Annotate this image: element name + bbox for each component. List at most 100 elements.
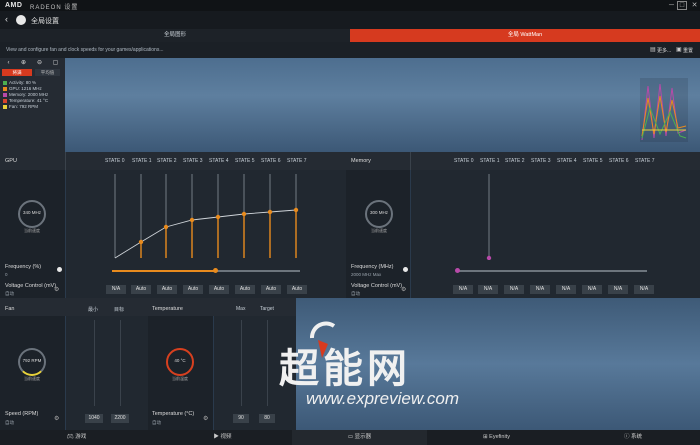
memory-state-label: STATE 7 [635,158,655,164]
gpu-gauge-value: 340 MHz [22,210,41,215]
gamepad-icon: 🎮︎ [66,434,76,440]
settings-icon[interactable]: ⚙ [203,415,208,422]
memory-state-label: STATE 3 [531,158,551,164]
temperature-col-target: Target [260,306,274,312]
memory-state-curve [486,174,492,260]
legend-swatch [3,92,7,97]
gpu-state-label: STATE 0 [105,158,125,164]
memory-voltage-mode: 自动 [351,291,360,296]
memory-voltage-cell[interactable]: N/A [530,285,550,294]
amd-logo: AMD [5,2,23,9]
nav-display[interactable]: ▭ 显示器 [292,430,427,445]
back-arrow-icon[interactable]: ‹ [5,14,8,24]
memory-frequency-track [457,270,647,272]
memory-frequency-row [346,260,410,280]
temperature-title: Temperature [152,306,183,312]
gpu-frequency-slider[interactable] [213,268,218,273]
memory-voltage-cell[interactable]: N/A [504,285,524,294]
fan-target-track [120,320,121,406]
gpu-state-label: STATE 3 [183,158,203,164]
gpu-state-label: STATE 2 [157,158,177,164]
more-button[interactable]: 更多... [657,47,671,54]
activity-graph [640,78,688,142]
fan-gauge-value: 792 RPM [22,358,42,363]
fan-header-row [0,298,148,316]
memory-voltage-cell[interactable]: N/A [582,285,602,294]
memory-voltage-cell[interactable]: N/A [478,285,498,294]
close-button[interactable]: ✕ [689,1,700,10]
memory-voltage-cell[interactable]: N/A [634,285,654,294]
memory-frequency-slider[interactable] [455,268,460,273]
memory-voltage-cell[interactable]: N/A [608,285,628,294]
tab-global-graphics[interactable]: 全局图形 [0,29,350,42]
temperature-col-max: Max [236,306,246,312]
fan-curve-area [66,316,148,408]
temperature-max-track [241,320,242,406]
temperature-values-row [214,408,296,430]
fan-values-row [66,408,148,430]
gpu-voltage-cell[interactable]: Auto [235,285,255,294]
reset-button[interactable]: 重置 [683,47,693,54]
memory-voltage-cell[interactable]: N/A [556,285,576,294]
page-header: ‹ 全局设置 [0,11,700,29]
gpu-frequency-toggle[interactable] [57,267,62,272]
page-description: View and configure fan and clock speeds … [6,47,164,53]
gpu-state-curve [114,174,299,259]
product-name: RADEON 设置 [30,5,79,11]
memory-title: Memory [351,158,371,164]
temperature-gauge-label: 当前温度 [172,376,188,381]
memory-frequency-value: 2000 MHz Max [351,272,382,277]
gpu-voltage-cell[interactable]: Auto [157,285,177,294]
nav-system[interactable]: ⓘ 系统 [566,430,700,445]
settings-icon[interactable]: ⚙ [54,286,59,293]
save-icon[interactable]: ▤ [650,46,656,53]
gpu-voltage-cell[interactable]: Auto [209,285,229,294]
temperature-label: Temperature (°C) [152,411,195,417]
legend-swatch [3,86,7,91]
fan-min-value[interactable]: 1040 [85,414,103,423]
gpu-voltage-cell[interactable]: Auto [287,285,307,294]
minimize-button[interactable]: ─ [666,1,677,10]
gpu-title: GPU [5,158,17,164]
settings-icon[interactable]: ⚙ [54,415,59,422]
tab-global-wattman[interactable]: 全局 WattMan [350,29,700,42]
memory-voltage-cell[interactable]: N/A [453,285,473,294]
collapse-icon[interactable]: ‹ [4,60,13,67]
monitor-primary-button[interactable]: 将满 [2,69,32,76]
zoom-in-icon[interactable]: ⊕ [19,60,28,67]
monitor-average-button[interactable]: 平均值 [35,69,60,76]
fan-target-value[interactable]: 2200 [111,414,129,423]
gpu-voltage-mode: 自动 [5,291,14,296]
gpu-voltage-cell[interactable]: Auto [183,285,203,294]
reset-icon[interactable]: ▣ [676,46,682,53]
gpu-voltage-cell[interactable]: Auto [131,285,151,294]
memory-gauge-value: 300 MHz [369,210,388,215]
legend-item-fan[interactable]: Fan: 792 RPM [3,104,38,110]
fan-gauge-label: 当前速度 [24,376,40,381]
settings-icon[interactable]: ⚙ [401,286,406,293]
page-title: 全局设置 [31,18,59,25]
play-icon: ▶ [213,434,221,440]
temperature-target-value[interactable]: 80 [259,414,275,423]
zoom-out-icon[interactable]: ⊖ [35,60,44,67]
maximize-button[interactable]: □ [677,1,687,10]
nav-eyefinity[interactable]: ⊞ Eyefinity [429,430,564,445]
detach-icon[interactable]: ▢ [51,60,60,67]
gpu-voltage-cell[interactable]: N/A [106,285,126,294]
legend-swatch [3,104,7,109]
nav-games[interactable]: 🎮︎ 游戏 [0,430,153,445]
gpu-state-label: STATE 1 [132,158,152,164]
nav-video[interactable]: ▶ 视频 [155,430,290,445]
fan-col-target: 目标 [114,307,125,313]
memory-frequency-toggle[interactable] [403,267,408,272]
temperature-max-value[interactable]: 90 [233,414,249,423]
gpu-voltage-cell[interactable]: Auto [261,285,281,294]
fan-speed-label: Speed (RPM) [5,411,39,417]
memory-state-label: STATE 6 [609,158,629,164]
background-image [65,58,700,152]
legend-swatch [3,98,7,103]
fan-col-min: 最小 [88,307,99,313]
gpu-state-label: STATE 7 [287,158,307,164]
divider [410,152,411,170]
fan-min-track [94,320,95,406]
